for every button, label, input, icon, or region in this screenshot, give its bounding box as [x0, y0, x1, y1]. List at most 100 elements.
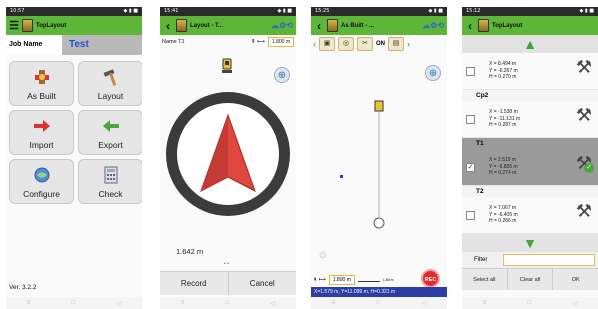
point-row[interactable]: X = 7.067 mY = -6.405 mH = 0.266 m ⚒	[462, 197, 598, 234]
filter-row: Filter	[462, 252, 598, 268]
nav-home-icon[interactable]: □	[226, 300, 230, 306]
nav-home-icon[interactable]: □	[72, 300, 76, 306]
layer-mode-icon[interactable]: ▤	[388, 37, 404, 51]
toplayout-logo-icon	[22, 19, 33, 32]
layout-button[interactable]: Layout	[78, 61, 142, 106]
hammer-icon[interactable]: ⚒	[576, 105, 592, 126]
hammer-done-icon[interactable]: ⚒ ✓	[576, 153, 594, 174]
layout-label: Layout	[97, 91, 124, 101]
clear-all-button[interactable]: Clear all	[506, 268, 553, 290]
point-checkbox-checked[interactable]: ✓	[466, 162, 475, 172]
scroll-down-button[interactable]: ▼	[462, 234, 598, 252]
export-arrow-icon	[101, 111, 121, 140]
app-bar: ☰ TopLayout	[6, 16, 142, 35]
point-checkbox[interactable]	[466, 66, 475, 76]
instrument-icon	[220, 57, 234, 84]
system-nav-bar: ≡ □ ◁	[160, 297, 296, 309]
gyro-icon[interactable]: ⊕	[274, 67, 290, 83]
as-built-button[interactable]: As Built	[9, 61, 74, 106]
compass-face	[177, 103, 279, 205]
check-badge-icon: ✓	[584, 163, 594, 173]
sight-icon: ⇞ ⟷	[250, 39, 265, 45]
status-icons: ◆ ▮ ■	[428, 8, 444, 14]
chevron-right-icon[interactable]: ›	[407, 39, 410, 49]
status-bar: 15:12 ◆ ▮ ■	[462, 7, 598, 16]
point-x: X = 8.494 m	[489, 61, 517, 68]
configure-button[interactable]: Configure	[9, 159, 74, 204]
scale-bar	[357, 278, 380, 282]
import-arrow-icon	[32, 111, 52, 140]
gyro-icon[interactable]: ⊕	[425, 65, 441, 81]
toplayout-logo-icon	[478, 19, 489, 32]
back-arrow-icon[interactable]: ‹	[163, 20, 173, 32]
rec-button[interactable]: REC	[421, 269, 440, 288]
as-built-icon	[31, 62, 53, 91]
plot-canvas[interactable]	[311, 87, 447, 267]
instrument-mode-icon[interactable]: ▣	[319, 37, 335, 51]
nav-back-icon[interactable]: ◁	[422, 300, 427, 307]
nav-back-icon[interactable]: ◁	[271, 300, 276, 307]
toggle-on-label[interactable]: ON	[376, 41, 385, 47]
chevron-left-icon[interactable]: ‹	[313, 39, 316, 49]
hammer-icon[interactable]: ⚒	[576, 201, 592, 222]
app-bar: ‹ As Built - ... ☁⚙⟲	[311, 16, 447, 35]
cancel-button[interactable]: Cancel	[227, 271, 296, 295]
point-checkbox[interactable]	[466, 114, 475, 124]
back-arrow-icon[interactable]: ‹	[465, 20, 475, 32]
app-title: TopLayout	[492, 22, 523, 29]
point-h: H = 0.266 m	[489, 218, 517, 225]
status-time: 15:25	[315, 8, 330, 14]
app-title: Layout - T...	[190, 22, 223, 29]
point-row-selected[interactable]: ✓ X = 2.519 mY = -6.835 mH = 0.274 m ⚒ ✓	[462, 149, 598, 186]
job-name-value[interactable]: Test	[62, 35, 142, 55]
tape-mode-icon[interactable]: ✂	[357, 37, 373, 51]
point-row[interactable]: X = -1.538 mY = -11.131 mH = 0.287 m ⚒	[462, 101, 598, 138]
record-button[interactable]: Record	[160, 271, 228, 295]
direction-arrow-icon	[200, 113, 256, 193]
system-nav-bar: ≡ □ ◁	[462, 297, 598, 309]
nav-menu-icon[interactable]: ≡	[27, 300, 31, 306]
export-button[interactable]: Export	[78, 110, 142, 155]
scale-row[interactable]: ⇞ ⟷ 1.800 m 1.80 m	[313, 275, 394, 285]
point-h: H = 0.287 m	[489, 122, 517, 129]
job-name-label: Job Name	[6, 35, 62, 55]
back-arrow-icon[interactable]: ‹	[314, 20, 324, 32]
hamburger-menu-icon[interactable]: ☰	[9, 20, 19, 32]
nav-home-icon[interactable]: □	[377, 300, 381, 306]
check-button[interactable]: Check	[78, 159, 142, 204]
import-button[interactable]: Import	[9, 110, 74, 155]
point-row[interactable]: X = 8.494 mY = -6.267 mH = 0.270 m ⚒	[462, 53, 598, 90]
arrow-down-icon: ▼	[523, 235, 537, 251]
point-coords: X = -1.538 mY = -11.131 mH = 0.287 m	[489, 109, 520, 129]
scale-control[interactable]: ⇞ ⟷ 1.800 m	[251, 37, 294, 47]
toolbar-tools-icon[interactable]: ☁⚙⟲	[271, 21, 293, 30]
target-mode-icon[interactable]: ◎	[338, 37, 354, 51]
job-name-row: Job Name Test	[6, 35, 142, 55]
ok-button[interactable]: OK	[552, 268, 598, 290]
import-label: Import	[29, 140, 54, 150]
system-nav-bar: ≡ □ ◁	[311, 297, 447, 309]
point-name: Cp2	[462, 90, 598, 101]
point-name: T2	[462, 186, 598, 197]
point-coords: X = 8.494 mY = -6.267 mH = 0.270 m	[489, 61, 518, 81]
status-bar: 10:57 ◆ ▮ ■	[6, 7, 142, 16]
nav-menu-icon[interactable]: ≡	[181, 300, 185, 306]
hammer-icon[interactable]: ⚒	[576, 57, 592, 78]
nav-menu-icon[interactable]: ≡	[332, 300, 336, 306]
app-title: As Built - ...	[341, 22, 374, 29]
point-coords: X = 7.067 mY = -6.405 mH = 0.266 m	[489, 205, 518, 225]
toolbar-tools-icon[interactable]: ☁⚙⟲	[422, 21, 444, 30]
scroll-up-button[interactable]: ▲	[462, 35, 598, 53]
select-all-button[interactable]: Select all	[462, 268, 507, 290]
status-time: 10:57	[10, 8, 25, 14]
scale-value: 1.800 m	[267, 37, 294, 47]
point-checkbox[interactable]	[466, 210, 475, 220]
point-h: H = 0.270 m	[489, 74, 517, 81]
nav-back-icon[interactable]: ◁	[573, 300, 578, 307]
nav-menu-icon[interactable]: ≡	[483, 300, 487, 306]
filter-input[interactable]	[503, 254, 595, 266]
status-time: 15:12	[466, 8, 481, 14]
nav-home-icon[interactable]: □	[528, 300, 532, 306]
app-bar: ‹ TopLayout	[462, 16, 598, 35]
nav-back-icon[interactable]: ◁	[117, 300, 122, 307]
